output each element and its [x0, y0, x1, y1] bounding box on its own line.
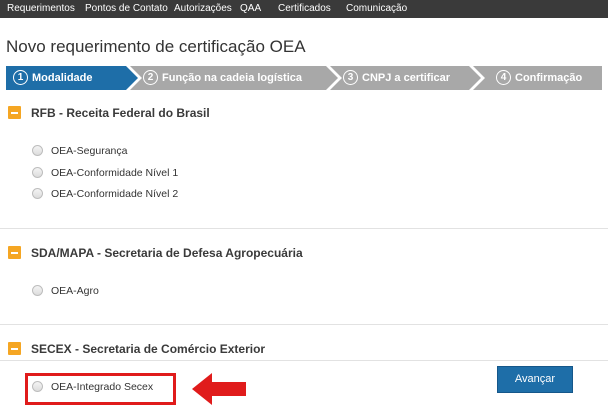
collapse-minus-icon[interactable] [8, 342, 21, 355]
highlight-box [25, 373, 176, 405]
step-3-label: CNPJ a certificar [362, 72, 451, 84]
radio-button[interactable] [32, 167, 43, 178]
step-4-label: Confirmação [515, 72, 583, 84]
section-title-rfb: RFB - Receita Federal do Brasil [31, 106, 210, 120]
page-title: Novo requerimento de certificação OEA [6, 37, 306, 56]
section-header-secex: SECEX - Secretaria de Comércio Exterior [8, 339, 602, 359]
advance-button[interactable]: Avançar [497, 366, 573, 393]
nav-item-qaa[interactable]: QAA [240, 0, 261, 18]
step-2-label: Função na cadeia logística [162, 72, 302, 84]
step-2-number: 2 [143, 70, 158, 85]
step-3[interactable]: 3 CNPJ a certificar [343, 66, 450, 90]
step-2[interactable]: 2 Função na cadeia logística [143, 66, 302, 90]
nav-item-requerimentos[interactable]: Requerimentos [7, 0, 75, 18]
section-header-sda-mapa: SDA/MAPA - Secretaria de Defesa Agropecu… [8, 243, 602, 263]
option-label: OEA-Agro [51, 285, 99, 297]
section-divider [0, 324, 608, 325]
nav-item-comunicacao[interactable]: Comunicação [346, 0, 407, 18]
step-1[interactable]: 1 Modalidade [13, 66, 93, 90]
nav-item-autorizacoes[interactable]: Autorizações [174, 0, 232, 18]
step-3-number: 3 [343, 70, 358, 85]
step-4-number: 4 [496, 70, 511, 85]
wizard-stepper: 1 Modalidade 2 Função na cadeia logística … [6, 66, 602, 90]
step-1-label: Modalidade [32, 72, 93, 84]
step-4[interactable]: 4 Confirmação [496, 66, 582, 90]
section-title-secex: SECEX - Secretaria de Comércio Exterior [31, 342, 266, 356]
section-divider [0, 228, 608, 229]
section-header-rfb: RFB - Receita Federal do Brasil [8, 103, 602, 123]
top-nav-bar: Requerimentos Pontos de Contato Autoriza… [0, 0, 608, 18]
step-1-number: 1 [13, 70, 28, 85]
section-title-sda-mapa: SDA/MAPA - Secretaria de Defesa Agropecu… [31, 246, 303, 260]
nav-item-certificados[interactable]: Certificados [278, 0, 331, 18]
red-arrow-left-icon [192, 373, 246, 405]
nav-item-pontos-de-contato[interactable]: Pontos de Contato [85, 0, 168, 18]
option-label: OEA-Conformidade Nível 1 [51, 167, 179, 179]
radio-button[interactable] [32, 145, 43, 156]
section-divider [0, 360, 608, 361]
radio-button[interactable] [32, 188, 43, 199]
option-label: OEA-Segurança [51, 145, 128, 157]
radio-button[interactable] [32, 285, 43, 296]
collapse-minus-icon[interactable] [8, 246, 21, 259]
collapse-minus-icon[interactable] [8, 106, 21, 119]
option-label: OEA-Conformidade Nível 2 [51, 188, 179, 200]
